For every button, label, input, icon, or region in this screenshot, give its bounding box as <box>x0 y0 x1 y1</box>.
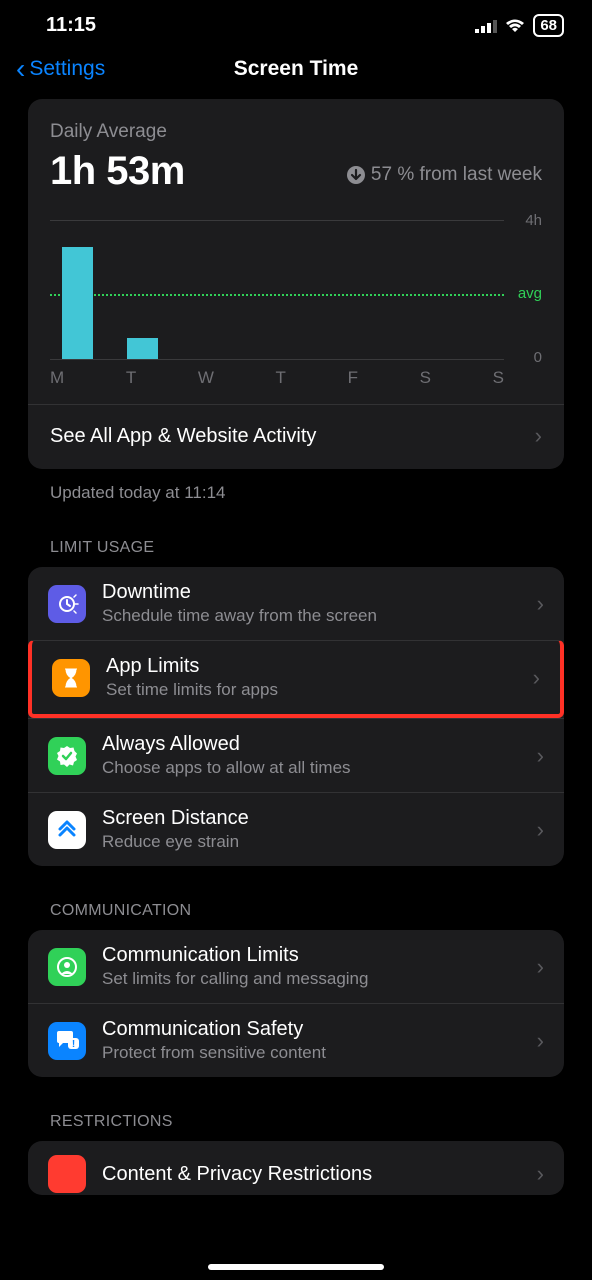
page-title: Screen Time <box>234 57 359 81</box>
wifi-icon <box>504 18 526 34</box>
item-title: Content & Privacy Restrictions <box>102 1163 521 1186</box>
daily-average-value: 1h 53m <box>50 149 185 194</box>
communication-safety-row[interactable]: ! Communication Safety Protect from sens… <box>28 1003 564 1077</box>
item-sub: Set time limits for apps <box>106 680 517 700</box>
chevron-right-icon: › <box>537 591 544 617</box>
item-sub: Schedule time away from the screen <box>102 606 521 626</box>
limit-usage-group: Downtime Schedule time away from the scr… <box>28 567 564 866</box>
nav-bar: ‹ Settings Screen Time <box>0 47 592 99</box>
item-sub: Reduce eye strain <box>102 832 521 852</box>
person-circle-icon <box>48 948 86 986</box>
status-indicators: 68 <box>475 14 564 37</box>
section-header-communication: COMMUNICATION <box>50 902 564 920</box>
chevron-left-icon: ‹ <box>16 55 25 83</box>
chevron-right-icon: › <box>537 743 544 769</box>
chart-x-tick: M <box>50 368 64 388</box>
chart-x-tick: S <box>420 368 431 388</box>
content-privacy-row[interactable]: Content & Privacy Restrictions › <box>28 1141 564 1195</box>
see-all-activity[interactable]: See All App & Website Activity › <box>28 404 564 469</box>
chart-x-tick: S <box>493 368 504 388</box>
back-button[interactable]: ‹ Settings <box>16 55 105 83</box>
app-limits-row[interactable]: App Limits Set time limits for apps › <box>28 640 564 718</box>
section-header-restrictions: RESTRICTIONS <box>50 1113 564 1131</box>
see-all-label: See All App & Website Activity <box>50 425 316 448</box>
chevron-right-icon: › <box>537 1028 544 1054</box>
item-sub: Choose apps to allow at all times <box>102 758 521 778</box>
daily-average-label: Daily Average <box>50 121 542 143</box>
updated-text: Updated today at 11:14 <box>50 483 564 503</box>
screen-distance-row[interactable]: Screen Distance Reduce eye strain › <box>28 792 564 866</box>
hourglass-icon <box>52 659 90 697</box>
chevron-right-icon: › <box>537 817 544 843</box>
item-title: Always Allowed <box>102 733 521 756</box>
chevron-right-icon: › <box>537 954 544 980</box>
home-indicator[interactable] <box>208 1264 384 1270</box>
week-delta: 57 % from last week <box>347 164 542 186</box>
checkmark-seal-icon <box>48 737 86 775</box>
downtime-row[interactable]: Downtime Schedule time away from the scr… <box>28 567 564 640</box>
chart-y-bottom: 0 <box>534 349 542 366</box>
status-time: 11:15 <box>46 14 96 37</box>
arrow-down-circle-icon <box>347 166 365 184</box>
downtime-icon <box>48 585 86 623</box>
communication-limits-row[interactable]: Communication Limits Set limits for call… <box>28 930 564 1003</box>
chart-x-tick: W <box>198 368 214 388</box>
chart-bar <box>62 247 93 359</box>
chart-y-top: 4h <box>525 212 542 229</box>
chevron-right-icon: › <box>537 1161 544 1187</box>
chart-avg-label: avg <box>518 285 542 302</box>
back-label: Settings <box>29 57 105 81</box>
chart-bar <box>127 338 158 359</box>
distance-icon <box>48 811 86 849</box>
restrictions-icon <box>48 1155 86 1193</box>
item-title: App Limits <box>106 655 517 678</box>
restrictions-group: Content & Privacy Restrictions › <box>28 1141 564 1195</box>
status-bar: 11:15 68 <box>0 0 592 47</box>
chevron-right-icon: › <box>533 665 540 691</box>
chevron-right-icon: › <box>535 423 542 449</box>
chart-x-axis: MTWTFSS <box>50 368 504 388</box>
chart-x-tick: T <box>276 368 286 388</box>
cellular-icon <box>475 19 497 33</box>
item-title: Communication Limits <box>102 944 521 967</box>
chart-x-tick: F <box>348 368 358 388</box>
daily-average-card: Daily Average 1h 53m 57 % from last week… <box>28 99 564 469</box>
svg-text:!: ! <box>72 1039 75 1050</box>
item-title: Communication Safety <box>102 1018 521 1041</box>
battery-indicator: 68 <box>533 14 564 37</box>
communication-group: Communication Limits Set limits for call… <box>28 930 564 1077</box>
chart-x-tick: T <box>126 368 136 388</box>
item-title: Screen Distance <box>102 807 521 830</box>
item-sub: Protect from sensitive content <box>102 1043 521 1063</box>
item-title: Downtime <box>102 581 521 604</box>
chat-warning-icon: ! <box>48 1022 86 1060</box>
item-sub: Set limits for calling and messaging <box>102 969 521 989</box>
usage-chart[interactable]: 4h 0 avg <box>50 220 542 360</box>
always-allowed-row[interactable]: Always Allowed Choose apps to allow at a… <box>28 718 564 792</box>
section-header-limit-usage: LIMIT USAGE <box>50 539 564 557</box>
